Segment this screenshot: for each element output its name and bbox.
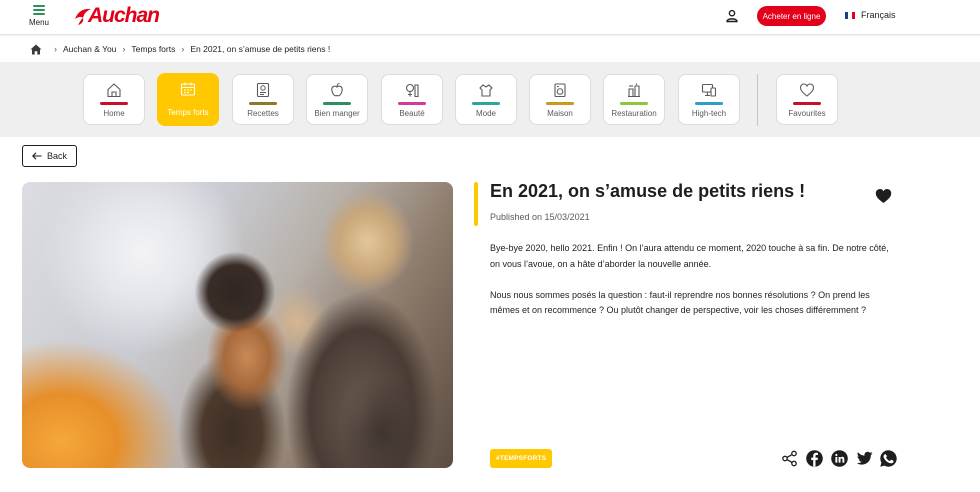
- breadcrumb-separator: ›: [54, 44, 57, 54]
- user-icon[interactable]: [725, 9, 739, 23]
- heart-icon[interactable]: [875, 188, 892, 204]
- breadcrumb-link-auchan-you[interactable]: Auchan & You: [63, 44, 116, 54]
- language-label: Français: [861, 10, 896, 20]
- category-label: Recettes: [247, 109, 279, 118]
- twitter-icon[interactable]: [856, 450, 873, 467]
- back-button[interactable]: Back: [22, 145, 77, 167]
- hamburger-icon: [33, 5, 45, 15]
- category-bien-manger[interactable]: Bien manger: [306, 74, 368, 125]
- back-label: Back: [46, 151, 67, 161]
- linkedin-icon[interactable]: [831, 450, 848, 467]
- article-body: Bye-bye 2020, hello 2021. Enfin ! On l’a…: [490, 241, 890, 334]
- category-bar: [695, 102, 723, 105]
- breadcrumb-link-temps-forts[interactable]: Temps forts: [131, 44, 175, 54]
- mode-icon: [479, 84, 493, 97]
- category-bar: [323, 102, 351, 105]
- arrow-left-icon: [32, 152, 42, 160]
- restaurant-icon: [628, 83, 640, 98]
- category-label: High-tech: [691, 109, 727, 118]
- category-label: Restauration: [611, 109, 657, 118]
- category-home[interactable]: Home: [83, 74, 145, 125]
- site-header: Menu Auchan Acheter en ligne Français: [0, 0, 980, 35]
- category-label: Bien manger: [314, 109, 360, 118]
- french-flag-icon: [845, 11, 855, 19]
- facebook-icon[interactable]: [806, 450, 823, 467]
- menu-button[interactable]: Menu: [22, 4, 56, 30]
- beauty-icon: [405, 83, 419, 98]
- tech-icon: [701, 83, 717, 97]
- breadcrumb: › Auchan & You › Temps forts › En 2021, …: [30, 43, 330, 55]
- breadcrumb-current: En 2021, on s’amuse de petits riens !: [190, 44, 331, 54]
- category-label: Temps forts: [167, 108, 209, 117]
- breadcrumb-separator: ›: [122, 44, 126, 54]
- category-bar: [100, 102, 128, 105]
- whatsapp-icon[interactable]: [880, 450, 897, 467]
- language-selector[interactable]: Français: [845, 10, 896, 20]
- category-recettes[interactable]: Recettes: [232, 74, 294, 125]
- article-title: En 2021, on s’amuse de petits riens !: [490, 181, 806, 201]
- heart-outline-icon: [799, 83, 815, 97]
- category-bar: [793, 102, 821, 105]
- category-temps-forts[interactable]: Temps forts: [157, 73, 219, 126]
- apple-icon: [331, 82, 343, 97]
- tag-temps-forts[interactable]: #TEMPSFORTS: [490, 449, 553, 468]
- category-divider: [757, 74, 758, 126]
- category-bar: [249, 102, 277, 105]
- title-accent-bar: [474, 182, 478, 226]
- category-label: Beauté: [399, 109, 425, 118]
- category-maison[interactable]: Maison: [529, 74, 591, 125]
- auchan-logo[interactable]: Auchan: [72, 4, 160, 28]
- article-date: Published on 15/03/2021: [490, 212, 590, 222]
- category-bar: [398, 102, 426, 105]
- share-icon[interactable]: [781, 450, 798, 467]
- category-bar: [546, 102, 574, 105]
- category-label: Mode: [475, 109, 496, 118]
- category-mode[interactable]: Mode: [455, 74, 517, 125]
- category-nav: Home Temps forts Recettes Bien manger Be…: [0, 62, 980, 137]
- calendar-icon: [180, 82, 196, 96]
- article-paragraph: Nous nous sommes posés la question : fau…: [490, 289, 870, 316]
- breadcrumb-separator: ›: [181, 44, 185, 54]
- category-beaute[interactable]: Beauté: [381, 74, 443, 125]
- category-bar: [620, 102, 648, 105]
- category-label: Favourites: [788, 109, 826, 118]
- logo-text: Auchan: [88, 4, 160, 27]
- buy-online-button[interactable]: Acheter en ligne: [757, 6, 826, 26]
- category-favourites[interactable]: Favourites: [776, 74, 838, 125]
- category-restauration[interactable]: Restauration: [603, 74, 665, 125]
- category-bar: [472, 102, 500, 105]
- menu-label: Menu: [28, 18, 49, 27]
- article-hero-image: [22, 182, 453, 468]
- article-paragraph: Bye-bye 2020, hello 2021. Enfin ! On l’a…: [490, 243, 889, 269]
- category-label: Home: [103, 109, 125, 118]
- category-label: Maison: [547, 109, 573, 118]
- recipe-icon: [256, 82, 270, 98]
- home-appliance-icon: [554, 83, 566, 98]
- category-bar: [174, 101, 202, 104]
- house-icon: [107, 83, 121, 98]
- category-high-tech[interactable]: High-tech: [678, 74, 740, 125]
- home-icon[interactable]: [30, 44, 42, 55]
